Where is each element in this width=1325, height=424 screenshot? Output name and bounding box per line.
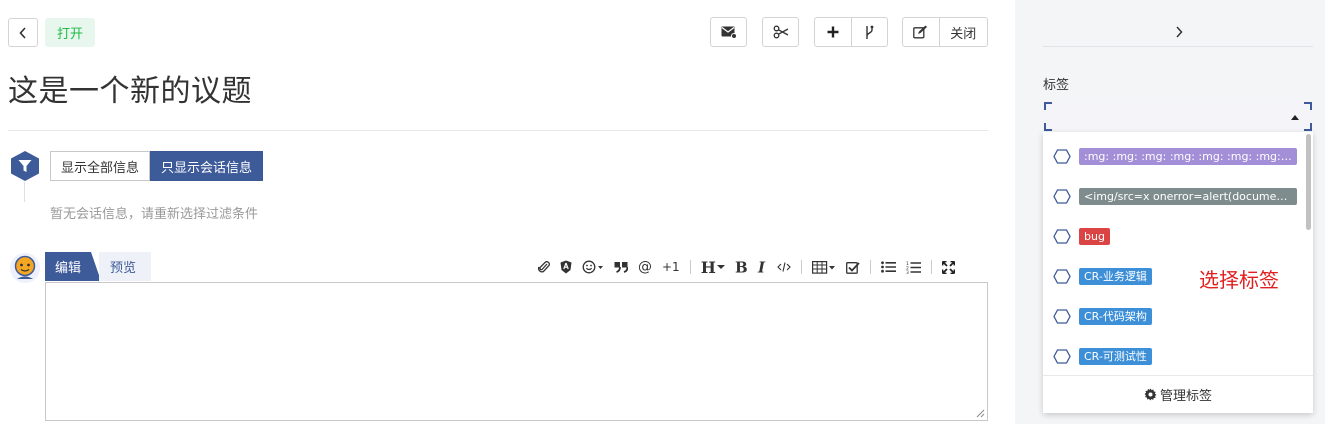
branch-icon	[866, 25, 874, 39]
label-chip: CR-代码架构	[1079, 308, 1152, 325]
issue-sidebar: 标签 :mg: :mg: :mg: :mg: :mg: :mg: :mg: :m…	[1015, 0, 1325, 424]
emoji-button[interactable]	[582, 257, 604, 277]
subscribe-button[interactable]	[710, 17, 747, 47]
ordered-list-button[interactable]: 1 2 3	[906, 257, 921, 277]
title-divider	[8, 130, 988, 131]
label-chip: CR-可测试性	[1079, 348, 1152, 365]
hexagon-icon	[1053, 309, 1071, 324]
code-icon	[777, 262, 791, 272]
label-chip: CR-业务逻辑	[1079, 268, 1152, 285]
bullet-list-button[interactable]	[880, 257, 896, 277]
label-option[interactable]: CR-代码架构	[1043, 295, 1305, 335]
italic-icon: I	[757, 260, 766, 274]
quote-button[interactable]	[614, 257, 628, 277]
gear-icon	[1144, 388, 1157, 401]
add-branch-group	[814, 17, 888, 47]
label-option[interactable]: <img/src=x onerror=alert(document.…	[1043, 175, 1305, 215]
bold-button[interactable]: B	[735, 257, 747, 277]
caret-down-icon	[716, 265, 725, 269]
emoji-icon	[582, 260, 603, 274]
heading-icon: H	[700, 257, 716, 277]
edit-icon	[913, 25, 928, 39]
mail-settings-icon	[721, 26, 737, 39]
status-badge: 打开	[45, 18, 95, 47]
scissors-icon	[773, 25, 788, 39]
user-avatar	[10, 253, 40, 283]
tab-edit[interactable]: 编辑	[45, 252, 102, 281]
branch-button[interactable]	[850, 18, 888, 46]
timeline-line	[24, 182, 25, 202]
sidebar-divider	[1043, 46, 1313, 47]
edit-close-group: 关闭	[902, 17, 988, 47]
toolbar-separator	[800, 260, 802, 274]
scrollbar[interactable]	[1306, 134, 1311, 230]
caret-up-icon	[1291, 115, 1299, 120]
bold-icon: B	[735, 260, 747, 274]
label-chip: bug	[1079, 228, 1110, 245]
show-all-button[interactable]: 显示全部信息	[50, 151, 151, 181]
back-button[interactable]	[8, 18, 38, 47]
table-icon	[811, 260, 835, 274]
paperclip-icon	[538, 261, 550, 273]
comment-textarea[interactable]	[45, 282, 988, 421]
timeline-filter: 显示全部信息 只显示会话信息	[50, 151, 264, 181]
tab-preview[interactable]: 预览	[99, 252, 151, 281]
filter-icon	[11, 151, 39, 181]
bullet-list-icon	[880, 261, 896, 273]
label-option[interactable]: bug	[1043, 215, 1305, 255]
heading-button[interactable]: H	[701, 257, 725, 277]
hexagon-icon	[1053, 229, 1071, 244]
svg-text:3: 3	[906, 270, 909, 274]
quote-icon	[614, 262, 628, 273]
hexagon-icon	[1053, 189, 1071, 204]
label-chip: :mg: :mg: :mg: :mg: :mg: :mg: :mg: :m…	[1079, 148, 1297, 165]
plus-icon	[827, 26, 839, 38]
resize-grip-icon[interactable]	[975, 408, 985, 418]
plus-one-button[interactable]: +1	[662, 257, 680, 277]
chevron-left-icon	[19, 26, 26, 39]
expand-icon	[941, 260, 955, 274]
show-comments-button[interactable]: 只显示会话信息	[150, 151, 264, 181]
checkbox-icon	[845, 261, 860, 274]
close-issue-button[interactable]: 关闭	[938, 18, 987, 46]
code-button[interactable]	[777, 257, 791, 277]
edit-button[interactable]	[903, 18, 939, 46]
collapse-sidebar-button[interactable]	[1170, 22, 1188, 42]
fullscreen-button[interactable]	[941, 257, 955, 277]
italic-button[interactable]: I	[757, 257, 767, 277]
pin-button[interactable]	[762, 17, 799, 47]
label-list: :mg: :mg: :mg: :mg: :mg: :mg: :mg: :m… <i…	[1043, 132, 1313, 375]
label-chip: <img/src=x onerror=alert(document.…	[1079, 188, 1297, 205]
label-option[interactable]: CR-可测试性	[1043, 335, 1305, 375]
add-button[interactable]	[815, 18, 851, 46]
hexagon-icon	[1053, 149, 1071, 164]
toolbar-separator	[930, 260, 932, 274]
empty-hint: 暂无会话信息，请重新选择过滤条件	[50, 207, 259, 222]
task-list-button[interactable]	[845, 257, 860, 277]
attach-button[interactable]	[538, 257, 550, 277]
manage-labels-button[interactable]: 管理标签	[1043, 375, 1313, 413]
svg-text:B: B	[735, 260, 747, 274]
hexagon-icon	[1053, 269, 1071, 284]
toolbar-separator	[689, 260, 691, 274]
toolbar-separator	[869, 260, 871, 274]
label-option[interactable]: :mg: :mg: :mg: :mg: :mg: :mg: :mg: :m…	[1043, 135, 1305, 175]
badge-icon	[560, 260, 572, 274]
manage-labels-label: 管理标签	[1159, 389, 1212, 404]
issue-main: 打开 关闭 这是一个新的议题 显示全部信息 只显示会话信息 暂无会话信息，请重新…	[0, 0, 1015, 424]
hexagon-icon	[1053, 349, 1071, 364]
editor-toolbar: @ +1 H B I 1 2 3	[538, 256, 965, 278]
annotation-callout: 选择标签	[1199, 268, 1279, 292]
issue-title: 这是一个新的议题	[8, 74, 252, 109]
svg-text:I: I	[757, 260, 766, 274]
at-icon[interactable]: @	[638, 257, 652, 277]
table-button[interactable]	[811, 257, 836, 277]
ordered-list-icon: 1 2 3	[906, 261, 921, 274]
labels-heading: 标签	[1043, 78, 1070, 93]
mention-button[interactable]	[560, 257, 572, 277]
label-select[interactable]	[1043, 101, 1313, 132]
chevron-right-icon	[1176, 26, 1183, 38]
